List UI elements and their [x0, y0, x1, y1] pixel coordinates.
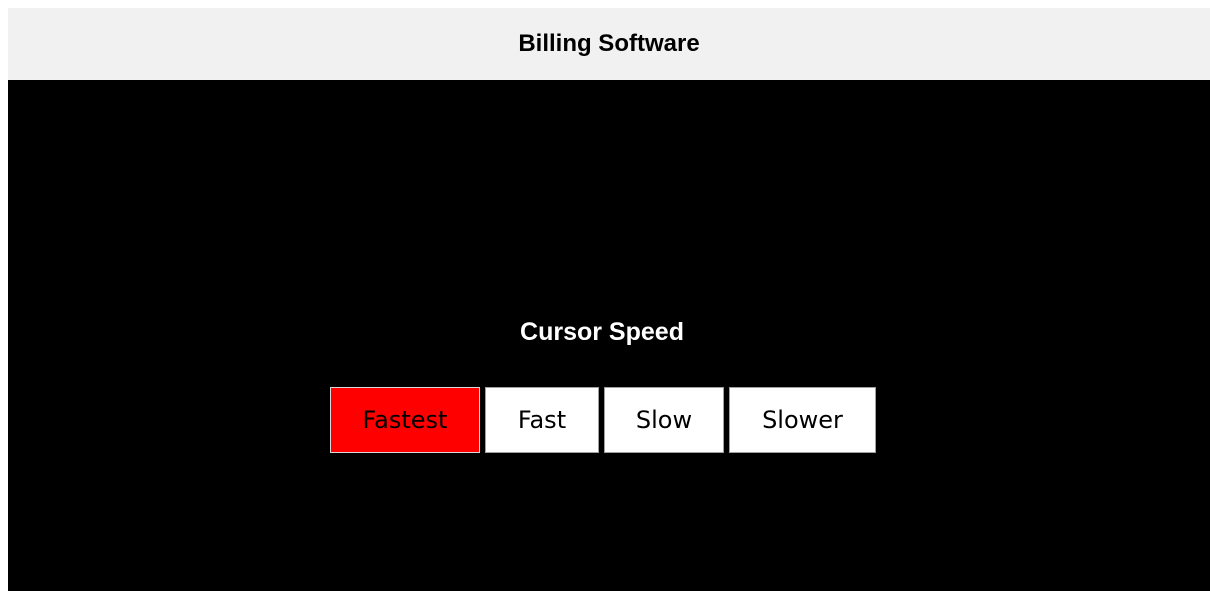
speed-option-slow[interactable]: Slow	[604, 387, 724, 453]
app-window: Billing Software Cursor Speed Fastest Fa…	[8, 8, 1210, 591]
speed-option-fastest[interactable]: Fastest	[330, 387, 480, 453]
content-area: Cursor Speed Fastest Fast Slow Slower	[8, 80, 1210, 591]
speed-option-slower[interactable]: Slower	[729, 387, 876, 453]
speed-option-fast[interactable]: Fast	[485, 387, 599, 453]
cursor-speed-heading: Cursor Speed	[520, 318, 684, 346]
app-title: Billing Software	[518, 30, 700, 57]
cursor-speed-options: Fastest Fast Slow Slower	[330, 387, 876, 453]
title-bar: Billing Software	[8, 8, 1210, 80]
